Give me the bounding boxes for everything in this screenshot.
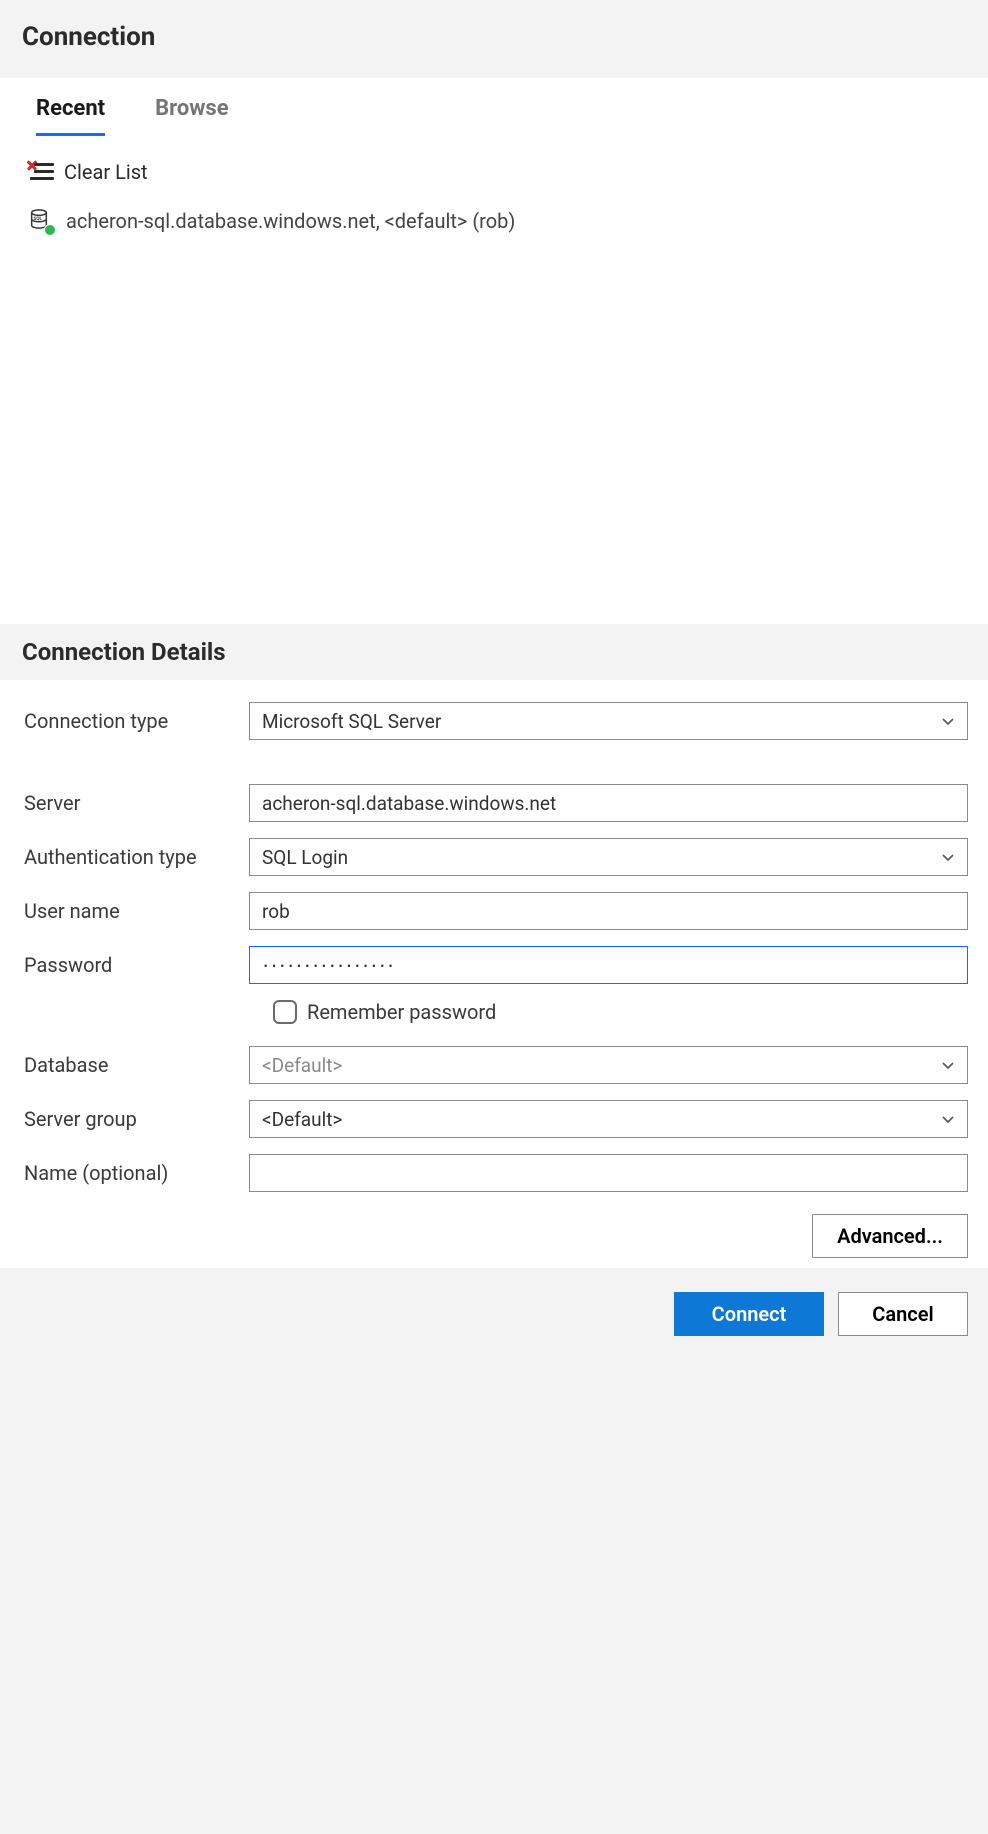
row-database: Database <Default> [24,1046,968,1084]
input-password[interactable]: ················ [249,946,968,984]
row-server: Server [24,784,968,822]
recent-connection-label: acheron-sql.database.windows.net, <defau… [66,209,515,233]
svg-text:SQL: SQL [34,216,43,222]
details-header: Connection Details [0,624,988,680]
chevron-down-icon [940,713,956,729]
select-server-group[interactable]: <Default> [249,1100,968,1138]
details-title: Connection Details [22,638,966,666]
label-name-optional: Name (optional) [24,1161,249,1185]
value-auth-type: SQL Login [262,846,348,869]
clear-list-label: Clear List [64,160,148,184]
label-database: Database [24,1053,249,1077]
database-icon: SQL [28,208,54,234]
value-connection-type: Microsoft SQL Server [262,710,441,733]
input-server[interactable] [249,784,968,822]
label-connection-type: Connection type [24,709,249,733]
chevron-down-icon [940,1057,956,1073]
recent-connection-item[interactable]: SQL acheron-sql.database.windows.net, <d… [0,194,988,248]
value-database: <Default> [262,1054,342,1077]
chevron-down-icon [940,849,956,865]
clear-list-button[interactable]: Clear List [0,150,988,194]
row-username: User name [24,892,968,930]
row-server-group: Server group <Default> [24,1100,968,1138]
label-auth-type: Authentication type [24,845,249,869]
row-connection-type: Connection type Microsoft SQL Server [24,702,968,740]
advanced-button[interactable]: Advanced... [812,1214,968,1258]
chevron-down-icon [940,1111,956,1127]
select-auth-type[interactable]: SQL Login [249,838,968,876]
label-password: Password [24,953,249,977]
cancel-button[interactable]: Cancel [838,1292,968,1336]
clear-list-icon [28,160,52,184]
checkbox-remember-password[interactable] [273,1000,297,1024]
dialog-header: Connection [0,0,988,78]
select-connection-type[interactable]: Microsoft SQL Server [249,702,968,740]
tab-bar: Recent Browse [0,78,988,136]
row-advanced: Advanced... [24,1208,968,1258]
select-database[interactable]: <Default> [249,1046,968,1084]
input-name-optional[interactable] [249,1154,968,1192]
tab-browse[interactable]: Browse [155,96,229,135]
connect-button[interactable]: Connect [674,1292,824,1336]
row-remember: Remember password [273,1000,968,1024]
label-remember-password: Remember password [307,1000,496,1024]
dialog-title: Connection [22,22,966,52]
label-username: User name [24,899,249,923]
dialog-footer: Connect Cancel [0,1268,988,1360]
connection-form: Connection type Microsoft SQL Server Ser… [0,680,988,1268]
row-auth-type: Authentication type SQL Login [24,838,968,876]
input-username[interactable] [249,892,968,930]
row-name-optional: Name (optional) [24,1154,968,1192]
label-server: Server [24,791,249,815]
row-password: Password ················ [24,946,968,984]
recent-list: Clear List SQL acheron-sql.database.wind… [0,136,988,624]
label-server-group: Server group [24,1107,249,1131]
value-server-group: <Default> [262,1108,342,1131]
bottom-spacer [0,1360,988,1834]
tab-recent[interactable]: Recent [36,96,105,135]
